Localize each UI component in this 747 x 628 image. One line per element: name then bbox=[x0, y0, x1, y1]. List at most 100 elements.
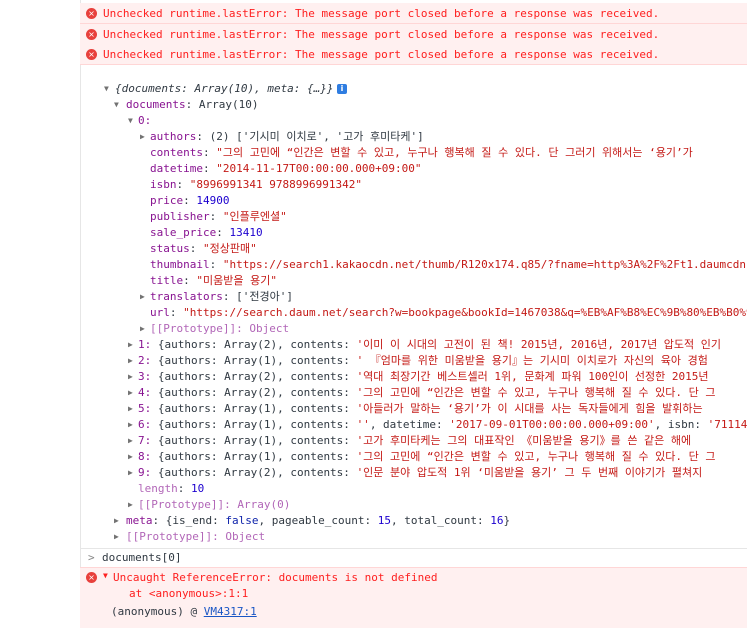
source-link[interactable]: VM4317:1 bbox=[204, 605, 257, 618]
array-index: 7: bbox=[138, 434, 152, 447]
array-item-row[interactable]: ▶ 8: {authors: Array(1), contents: '그의 고… bbox=[80, 449, 747, 465]
stack-trace-line: at <anonymous>:1:1 bbox=[129, 587, 249, 600]
expand-triangle-icon[interactable]: ▶ bbox=[128, 497, 133, 513]
property-key: translators bbox=[150, 290, 223, 303]
array-item-row[interactable]: ▶ 5: {authors: Array(1), contents: '아들러가… bbox=[80, 401, 747, 417]
array-item-row[interactable]: ▶ 6: {authors: Array(1), contents: '', d… bbox=[80, 417, 747, 433]
item-preview-string: '인문 분야 압도적 1위 ‘미움받을 용기’ 그 두 번째 이야기가 펼쳐지 bbox=[356, 466, 703, 479]
array-index: 9: bbox=[138, 466, 152, 479]
property-key: datetime bbox=[150, 162, 203, 175]
property-value: "8996991341 9788996991342" bbox=[189, 178, 362, 191]
expand-triangle-icon[interactable]: ▶ bbox=[128, 417, 133, 433]
array-index: 2: bbox=[138, 354, 152, 367]
collapse-triangle-icon[interactable]: ▼ bbox=[103, 571, 108, 580]
thumbnail-row: thumbnail: "https://search1.kakaocdn.net… bbox=[80, 257, 747, 273]
property-key: publisher bbox=[150, 210, 210, 223]
info-icon[interactable]: i bbox=[337, 84, 347, 94]
item-preview: , datetime: bbox=[369, 418, 450, 431]
item-preview: {authors: Array(1), contents: bbox=[157, 450, 357, 463]
meta-row[interactable]: ▶ meta: {is_end: false, pageable_count: … bbox=[80, 513, 747, 529]
expand-triangle-icon[interactable]: ▶ bbox=[128, 401, 133, 417]
error-message-row[interactable]: × Unchecked runtime.lastError: The messa… bbox=[80, 24, 747, 45]
array-index: 5: bbox=[138, 402, 152, 415]
prototype-row[interactable]: ▶ [[Prototype]]: Object bbox=[80, 321, 747, 337]
collapse-triangle-icon[interactable]: ▼ bbox=[104, 81, 109, 97]
array-index: 1: bbox=[138, 338, 152, 351]
property-value: ['전경아'] bbox=[236, 290, 293, 303]
property-key: authors bbox=[150, 130, 197, 143]
property-key: title bbox=[150, 274, 184, 287]
translators-row[interactable]: ▶ translators: ['전경아'] bbox=[80, 289, 747, 305]
item-preview-string: '' bbox=[356, 418, 370, 431]
array-item-row[interactable]: ▶ 3: {authors: Array(2), contents: '역대 최… bbox=[80, 369, 747, 385]
array-item-row[interactable]: ▶ 1: {authors: Array(2), contents: '이미 이… bbox=[80, 337, 747, 353]
item-preview-string: '아들러가 말하는 ‘용기’가 이 시대를 사는 독자들에게 힘을 발휘하는 bbox=[356, 402, 703, 415]
property-value: "미움받을 용기" bbox=[196, 274, 277, 287]
authors-row[interactable]: ▶ authors: (2) ['기시미 이치로', '고가 후미타케'] bbox=[80, 129, 747, 145]
expand-triangle-icon[interactable]: ▶ bbox=[140, 129, 145, 145]
expand-triangle-icon[interactable]: ▶ bbox=[128, 385, 133, 401]
property-key: length bbox=[138, 482, 178, 495]
expand-triangle-icon[interactable]: ▶ bbox=[128, 449, 133, 465]
item-preview: {authors: Array(2), contents: bbox=[157, 338, 357, 351]
collapse-triangle-icon[interactable]: ▼ bbox=[128, 113, 133, 129]
property-value: Array(10) bbox=[198, 98, 259, 111]
item-preview-string: '711149 bbox=[707, 418, 747, 431]
property-value: 10 bbox=[191, 482, 205, 495]
array-item-row[interactable]: ▶ 2: {authors: Array(1), contents: ' 『엄마… bbox=[80, 353, 747, 369]
array-index: 3: bbox=[138, 370, 152, 383]
property-value: (2) ['기시미 이치로', '고가 후미타케'] bbox=[209, 130, 424, 143]
item-preview-string: '이미 이 시대의 고전이 된 책! 2015년, 2016년, 2017년 압… bbox=[356, 338, 722, 351]
expand-triangle-icon[interactable]: ▶ bbox=[140, 321, 145, 337]
error-message-row[interactable]: × Unchecked runtime.lastError: The messa… bbox=[80, 44, 747, 65]
expand-triangle-icon[interactable]: ▶ bbox=[140, 289, 145, 305]
expand-triangle-icon[interactable]: ▶ bbox=[114, 529, 119, 545]
expand-triangle-icon[interactable]: ▶ bbox=[128, 353, 133, 369]
expand-triangle-icon[interactable]: ▶ bbox=[114, 513, 119, 529]
property-value: "그의 고민에 “인간은 변할 수 있고, 누구나 행복해 질 수 있다. 단 … bbox=[216, 146, 693, 159]
prototype-label: [[Prototype]]: Object bbox=[150, 322, 290, 335]
uncaught-error-block[interactable]: × ▼ Uncaught ReferenceError: documents i… bbox=[80, 567, 747, 628]
property-key: documents bbox=[126, 98, 186, 111]
item-preview: {authors: Array(1), contents: bbox=[157, 434, 357, 447]
expand-triangle-icon[interactable]: ▶ bbox=[128, 433, 133, 449]
item-preview: {authors: Array(1), contents: bbox=[157, 354, 357, 367]
item-preview-string: '그의 고민에 “인간은 변할 수 있고, 누구나 행복해 질 수 있다. 단 … bbox=[356, 386, 716, 399]
meta-pageable-count: 15 bbox=[377, 514, 391, 527]
collapse-triangle-icon[interactable]: ▼ bbox=[114, 97, 119, 113]
console-command-row[interactable]: > documents[0] bbox=[80, 548, 747, 567]
array-item-row[interactable]: ▶ 4: {authors: Array(2), contents: '그의 고… bbox=[80, 385, 747, 401]
array-item-row[interactable]: ▶ 7: {authors: Array(1), contents: '고가 후… bbox=[80, 433, 747, 449]
item-preview: {authors: Array(1), contents: bbox=[157, 402, 357, 415]
meta-preview: , total_count: bbox=[390, 514, 491, 527]
error-message-text: Unchecked runtime.lastError: The message… bbox=[103, 27, 660, 41]
property-value: "정상판매" bbox=[203, 242, 257, 255]
status-row: status: "정상판매" bbox=[150, 242, 257, 255]
documents-row[interactable]: ▼ documents: Array(10) bbox=[80, 97, 747, 113]
property-key: thumbnail bbox=[150, 258, 210, 271]
expand-triangle-icon[interactable]: ▶ bbox=[128, 369, 133, 385]
expand-triangle-icon[interactable]: ▶ bbox=[128, 337, 133, 353]
item-0-row[interactable]: ▼ 0: bbox=[80, 113, 747, 129]
prototype-label: [[Prototype]]: Object bbox=[126, 530, 266, 543]
error-message-row[interactable]: × Unchecked runtime.lastError: The messa… bbox=[80, 3, 747, 24]
property-key: isbn bbox=[150, 178, 177, 191]
item-preview: {authors: Array(2), contents: bbox=[157, 386, 357, 399]
object-summary-row[interactable]: ▼ {documents: Array(10), meta: {…}} i bbox=[80, 81, 747, 97]
meta-is-end: false bbox=[225, 514, 259, 527]
array-item-row[interactable]: ▶ 9: {authors: Array(2), contents: '인문 분… bbox=[80, 465, 747, 481]
error-icon: × bbox=[86, 48, 97, 60]
meta-preview: } bbox=[503, 514, 511, 527]
error-icon: × bbox=[86, 28, 97, 40]
array-prototype-row[interactable]: ▶ [[Prototype]]: Array(0) bbox=[80, 497, 747, 513]
error-message-text: Unchecked runtime.lastError: The message… bbox=[103, 6, 660, 20]
error-message-text: Unchecked runtime.lastError: The message… bbox=[103, 47, 660, 61]
publisher-row: publisher: "인플루엔셜" bbox=[150, 210, 287, 223]
array-index: 6: bbox=[138, 418, 152, 431]
array-index: 0: bbox=[138, 114, 152, 127]
property-key: status bbox=[150, 242, 190, 255]
property-value: "https://search1.kakaocdn.net/thumb/R120… bbox=[222, 258, 747, 271]
object-prototype-row[interactable]: ▶ [[Prototype]]: Object bbox=[80, 529, 747, 545]
error-message-text: Uncaught ReferenceError: documents is no… bbox=[113, 571, 438, 584]
expand-triangle-icon[interactable]: ▶ bbox=[128, 465, 133, 481]
